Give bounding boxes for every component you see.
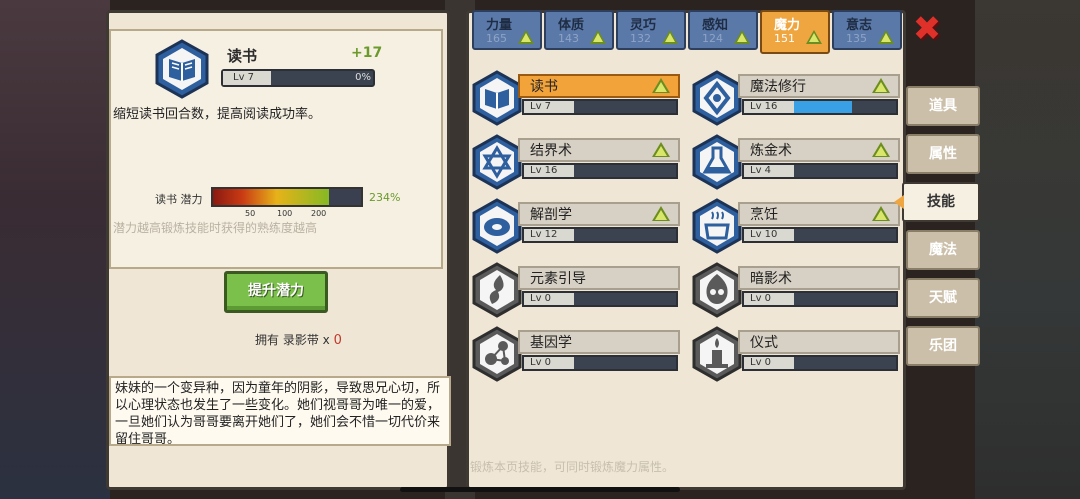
skill-level: Lv 0 xyxy=(744,293,794,305)
attribute-name: 灵巧 xyxy=(630,18,657,33)
magic-rune-icon xyxy=(692,70,742,126)
skill-detail-panel: 读书 +17 Lv 7 0% 缩短读书回合数，提高阅读成功率。 读书 潜力 50… xyxy=(106,10,451,490)
side-tab-band[interactable]: 乐团 xyxy=(906,326,980,366)
character-story: 妹妹的一个变异种，因为童年的阴影，导致思兄心切，所以心理状态也发生了一些变化。她… xyxy=(109,376,451,446)
potential-tick: 50 xyxy=(245,209,256,218)
skill-name: 烹饪 xyxy=(750,207,778,223)
attribute-tab[interactable]: 力量 165 xyxy=(472,10,542,50)
attribute-tab[interactable]: 灵巧 132 xyxy=(616,10,686,50)
attribute-value: 165 xyxy=(486,32,507,45)
gene-icon xyxy=(472,326,522,382)
skill-name: 元素引导 xyxy=(530,271,586,287)
potential-label: 读书 潜力 xyxy=(155,193,203,206)
skill-bonus: +17 xyxy=(351,45,383,61)
skill-name: 解剖学 xyxy=(530,207,572,223)
owned-item-count: 0 xyxy=(333,333,342,348)
side-tab-magic[interactable]: 魔法 xyxy=(906,230,980,270)
attribute-name: 感知 xyxy=(702,18,729,33)
skill-level-bar: Lv 7 0% xyxy=(221,69,375,87)
skill-detail-card: 读书 +17 Lv 7 0% 缩短读书回合数，提高阅读成功率。 读书 潜力 50… xyxy=(109,29,443,269)
attribute-value: 135 xyxy=(846,32,867,45)
skill-item-barrier[interactable]: 结界术 Lv 16 xyxy=(472,134,680,190)
attribute-name: 体质 xyxy=(558,18,585,33)
meat-icon xyxy=(472,198,522,254)
hexagram-icon xyxy=(472,134,522,190)
attribute-tab[interactable]: 意志 135 xyxy=(832,10,902,50)
attribute-name: 力量 xyxy=(486,18,513,33)
upgrade-arrow-icon xyxy=(662,30,678,44)
skill-name: 结界术 xyxy=(530,143,572,159)
close-icon[interactable]: ✖ xyxy=(910,12,944,46)
skill-name: 读书 xyxy=(530,79,558,95)
skill-level: Lv 7 xyxy=(223,71,271,85)
upgrade-arrow-icon xyxy=(518,30,534,44)
skill-level: Lv 16 xyxy=(744,101,794,113)
potential-tick: 100 xyxy=(277,209,293,218)
upgrade-arrow-icon xyxy=(878,30,894,44)
skill-item-ritual[interactable]: 仪式 Lv 0 xyxy=(692,326,900,382)
skill-level: Lv 4 xyxy=(744,165,794,177)
side-tab-attributes[interactable]: 属性 xyxy=(906,134,980,174)
skill-level: Lv 0 xyxy=(744,357,794,369)
skill-level: Lv 16 xyxy=(524,165,574,177)
skill-item-reading[interactable]: 读书 Lv 7 xyxy=(472,70,680,126)
attribute-tab[interactable]: 感知 124 xyxy=(688,10,758,50)
skill-level: Lv 7 xyxy=(524,101,574,113)
book-icon xyxy=(472,70,522,126)
upgrade-arrow-icon xyxy=(734,30,750,44)
boost-potential-button[interactable]: 提升潜力 xyxy=(224,271,328,313)
skill-level: Lv 10 xyxy=(744,229,794,241)
potential-tick: 200 xyxy=(311,209,327,218)
skill-title: 读书 xyxy=(227,47,258,65)
skill-item-genetics[interactable]: 基因学 Lv 0 xyxy=(472,326,680,382)
side-tab-talents[interactable]: 天赋 xyxy=(906,278,980,318)
element-icon xyxy=(472,262,522,318)
cooking-pot-icon xyxy=(692,198,742,254)
attribute-tab[interactable]: 体质 143 xyxy=(544,10,614,50)
owned-item: 拥有 录影带 x 0 xyxy=(255,331,342,348)
potential-bar xyxy=(211,187,363,207)
upgrade-arrow-icon xyxy=(806,30,822,44)
skill-level: Lv 0 xyxy=(524,293,574,305)
flask-icon xyxy=(692,134,742,190)
book-icon xyxy=(155,39,209,99)
attribute-tab-active[interactable]: 魔力 151 xyxy=(760,10,830,54)
potential-note: 潜力越高锻炼技能时获得的熟练度越高 xyxy=(113,221,318,235)
owned-item-label: 拥有 录影带 x xyxy=(255,333,330,347)
attribute-value: 132 xyxy=(630,32,651,45)
skill-item-anatomy[interactable]: 解剖学 Lv 12 xyxy=(472,198,680,254)
attribute-value: 124 xyxy=(702,32,723,45)
skill-item-shadow-art[interactable]: 暗影术 Lv 0 xyxy=(692,262,900,318)
attribute-name: 魔力 xyxy=(774,18,801,33)
footer-note: 锻炼本页技能，可同时锻炼魔力属性。 xyxy=(470,460,675,474)
skull-fire-icon xyxy=(692,262,742,318)
skill-name: 仪式 xyxy=(750,335,778,351)
skill-item-element-guidance[interactable]: 元素引导 Lv 0 xyxy=(472,262,680,318)
potential-value: 234% xyxy=(369,191,401,204)
home-indicator[interactable] xyxy=(400,487,680,492)
background-left xyxy=(0,0,110,499)
skill-name: 炼金术 xyxy=(750,143,792,159)
skill-level: Lv 0 xyxy=(524,357,574,369)
skill-item-cooking[interactable]: 烹饪 Lv 10 xyxy=(692,198,900,254)
upgrade-arrow-icon xyxy=(590,30,606,44)
skill-description: 缩短读书回合数，提高阅读成功率。 xyxy=(113,107,322,122)
skill-name: 暗影术 xyxy=(750,271,792,287)
attribute-name: 意志 xyxy=(846,18,873,33)
skill-name: 魔法修行 xyxy=(750,79,806,95)
candle-icon xyxy=(692,326,742,382)
skill-progress-fill xyxy=(794,101,852,113)
side-tab-skills[interactable]: 技能 xyxy=(902,182,980,222)
skill-item-magic-practice[interactable]: 魔法修行 Lv 16 xyxy=(692,70,900,126)
skill-level: Lv 12 xyxy=(524,229,574,241)
attribute-value: 151 xyxy=(774,32,795,45)
side-tab-items[interactable]: 道具 xyxy=(906,86,980,126)
skill-name: 基因学 xyxy=(530,335,572,351)
background-right xyxy=(975,0,1080,499)
skill-progress-pct: 0% xyxy=(355,72,371,83)
skill-item-alchemy[interactable]: 炼金术 Lv 4 xyxy=(692,134,900,190)
attribute-value: 143 xyxy=(558,32,579,45)
